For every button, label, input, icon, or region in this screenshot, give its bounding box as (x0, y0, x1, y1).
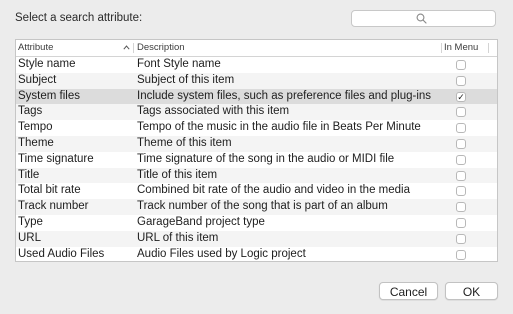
description-cell: URL of this item (137, 231, 219, 244)
table-row[interactable]: Subject Subject of this item (16, 72, 497, 89)
column-header-in-menu[interactable]: In Menu (444, 40, 478, 56)
description-cell: Include system files, such as preference… (137, 89, 432, 102)
in-menu-checkbox[interactable] (456, 138, 466, 149)
in-menu-checkbox[interactable] (456, 170, 466, 181)
in-menu-checkbox[interactable] (456, 60, 466, 70)
dialog-prompt: Select a search attribute: (15, 12, 143, 24)
attribute-cell: Type (18, 215, 43, 228)
column-divider[interactable] (133, 43, 134, 53)
in-menu-checkbox[interactable] (456, 75, 466, 86)
attribute-table[interactable]: Attribute Description In Menu Style name… (15, 39, 498, 262)
description-cell: Time signature of the song in the audio … (137, 152, 395, 165)
description-cell: Tempo of the music in the audio file in … (137, 121, 421, 134)
table-row[interactable]: URL URL of this item (16, 230, 497, 247)
attribute-cell: Tempo (18, 121, 53, 134)
cancel-button[interactable]: Cancel (379, 282, 438, 300)
table-row[interactable]: Used Audio Files Audio Files used by Logi… (16, 247, 497, 261)
description-cell: Font Style name (137, 58, 221, 70)
table-row[interactable]: Style name Font Style name (16, 57, 497, 73)
in-menu-checkbox[interactable] (456, 123, 466, 134)
attribute-cell: Used Audio Files (18, 247, 105, 260)
in-menu-checkbox[interactable] (456, 107, 466, 118)
table-row[interactable]: Theme Theme of this item (16, 135, 497, 152)
attribute-cell: Tags (18, 105, 43, 118)
checkmark-icon: ✓ (457, 91, 465, 102)
in-menu-checkbox[interactable] (456, 186, 466, 197)
table-row[interactable]: Title Title of this item (16, 167, 497, 184)
column-divider[interactable] (441, 43, 442, 53)
sort-ascending-icon (123, 45, 130, 50)
attribute-cell: Time signature (18, 152, 94, 165)
table-header: Attribute Description In Menu (16, 40, 497, 57)
column-header-description[interactable]: Description (137, 40, 185, 56)
table-row[interactable]: System files Include system files, such a… (16, 88, 497, 105)
table-row[interactable]: Time signature Time signature of the song… (16, 152, 497, 168)
in-menu-checkbox[interactable] (456, 233, 466, 244)
attribute-cell: Total bit rate (18, 184, 81, 197)
search-attribute-dialog: Select a search attribute: Attribute Des… (0, 0, 513, 314)
in-menu-checkbox[interactable]: ✓ (456, 91, 466, 102)
attribute-cell: Title (18, 168, 40, 181)
in-menu-checkbox[interactable] (456, 217, 466, 228)
attribute-cell: Track number (18, 200, 89, 213)
attribute-cell: Style name (18, 58, 76, 70)
description-cell: Track number of the song that is part of… (137, 200, 388, 213)
attribute-cell: Theme (18, 136, 54, 149)
table-row[interactable]: Type GarageBand project type (16, 215, 497, 231)
table-row[interactable]: Track number Track number of the song tha… (16, 199, 497, 215)
in-menu-checkbox[interactable] (456, 202, 466, 213)
description-cell: Combined bit rate of the audio and video… (137, 184, 410, 197)
search-icon (416, 13, 427, 24)
description-cell: Subject of this item (137, 73, 235, 86)
column-divider[interactable] (488, 43, 489, 53)
column-header-attribute[interactable]: Attribute (18, 40, 53, 56)
ok-button[interactable]: OK (445, 282, 498, 300)
description-cell: GarageBand project type (137, 215, 265, 228)
table-body: Style name Font Style name Subject Subject … (16, 57, 497, 261)
attribute-cell: Subject (18, 73, 57, 86)
search-field[interactable] (351, 10, 496, 27)
in-menu-checkbox[interactable] (456, 249, 466, 260)
table-row[interactable]: Tempo Tempo of the music in the audio fil… (16, 120, 497, 136)
description-cell: Tags associated with this item (137, 105, 290, 118)
description-cell: Theme of this item (137, 136, 232, 149)
description-cell: Audio Files used by Logic project (137, 247, 306, 260)
table-row[interactable]: Tags Tags associated with this item (16, 104, 497, 121)
attribute-cell: URL (18, 231, 42, 244)
attribute-cell: System files (18, 89, 80, 102)
in-menu-checkbox[interactable] (456, 154, 466, 165)
table-row[interactable]: Total bit rate Combined bit rate of the a… (16, 183, 497, 199)
description-cell: Title of this item (137, 168, 218, 181)
